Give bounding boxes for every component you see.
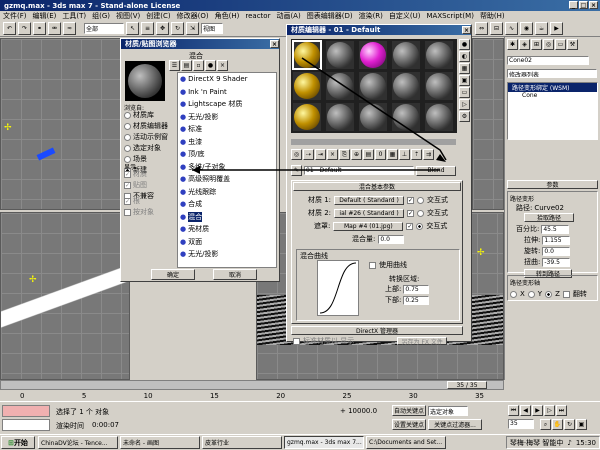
- prev-frame-icon[interactable]: ◀: [520, 405, 531, 416]
- next-frame-icon[interactable]: ▷: [544, 405, 555, 416]
- maximize-viewport-icon[interactable]: ▣: [576, 419, 587, 430]
- set-key-button[interactable]: 设置关键点: [392, 419, 426, 430]
- timeline-tick: 0: [20, 391, 25, 400]
- timeline-tick: 30: [408, 391, 418, 400]
- zoom-icon[interactable]: ⌕: [540, 419, 551, 430]
- render-time-value: 0:00:07: [92, 421, 119, 429]
- nav-controls: ⌕ ✋ ↻ ▣: [540, 419, 587, 430]
- clock: 15:30: [575, 438, 596, 447]
- taskbar-item-label: 皮革行业: [205, 440, 230, 447]
- key-selection-dropdown[interactable]: 选定对象: [428, 406, 468, 416]
- orbit-icon[interactable]: ↻: [564, 419, 575, 430]
- render-time-label: 渲染时间: [56, 422, 84, 430]
- key-filter-button[interactable]: 关键点过滤器...: [428, 419, 482, 430]
- taskbar-item[interactable]: C:\Documents and Set...: [366, 436, 446, 449]
- time-slider[interactable]: 35 / 35: [0, 380, 504, 390]
- timeline-ticks: 0 5 10 15 20 25 30 35: [0, 391, 504, 400]
- maxscript-listener[interactable]: [2, 405, 50, 417]
- timeline-tick: 15: [209, 391, 219, 400]
- timeline-tick: 10: [143, 391, 153, 400]
- start-label: 开始: [13, 438, 28, 447]
- current-frame-field[interactable]: 35: [508, 419, 534, 429]
- timeline-tick: 20: [276, 391, 286, 400]
- selection-status: 选择了 1 个 对象: [56, 408, 110, 416]
- volume-icon[interactable]: ♪: [567, 439, 571, 447]
- taskbar-item-label: gzmq.max - 3ds max 7...: [287, 439, 362, 446]
- taskbar-item-label: ChinaDV论坛 - Tence...: [41, 440, 108, 447]
- taskbar-item[interactable]: 皮革行业: [202, 436, 282, 449]
- timeline-tick: 35: [475, 391, 484, 400]
- go-end-icon[interactable]: ⏭: [556, 405, 567, 416]
- taskbar-item-label: 未命名 - 画图: [123, 440, 159, 447]
- taskbar: ⊞ 开始 ChinaDV论坛 - Tence... 未命名 - 画图 皮革行业 gzmq…: [0, 434, 600, 450]
- task-list: ChinaDV论坛 - Tence... 未命名 - 画图 皮革行业 gzmq.max…: [38, 436, 446, 449]
- timeline-tick: 25: [342, 391, 352, 400]
- go-start-icon[interactable]: ⏮: [508, 405, 519, 416]
- maxscript-input[interactable]: [2, 419, 50, 431]
- taskbar-item-label: C:\Documents and Set...: [369, 439, 443, 446]
- play-icon[interactable]: ▶: [532, 405, 543, 416]
- taskbar-item[interactable]: gzmq.max - 3ds max 7...: [284, 436, 364, 449]
- pan-icon[interactable]: ✋: [552, 419, 563, 430]
- grid-coords: + 10000.0: [340, 407, 378, 415]
- playback-controls: ⏮ ◀ ▶ ▷ ⏭: [508, 405, 567, 416]
- start-button[interactable]: ⊞ 开始: [1, 436, 35, 449]
- taskbar-item[interactable]: ChinaDV论坛 - Tence...: [38, 436, 118, 449]
- status-bar: 选择了 1 个 对象 渲染时间 0:00:07 + 10000.0 自动关键点 …: [0, 401, 600, 433]
- taskbar-item[interactable]: 未命名 - 画图: [120, 436, 200, 449]
- auto-key-button[interactable]: 自动关键点: [392, 405, 426, 416]
- system-tray: 琴梅·梅琴 智能中 ♪ 15:30: [505, 436, 600, 449]
- time-slider-thumb[interactable]: 35 / 35: [447, 381, 487, 389]
- timeline-tick: 5: [81, 391, 87, 400]
- ime-status[interactable]: 琴梅·梅琴 智能中: [510, 438, 563, 448]
